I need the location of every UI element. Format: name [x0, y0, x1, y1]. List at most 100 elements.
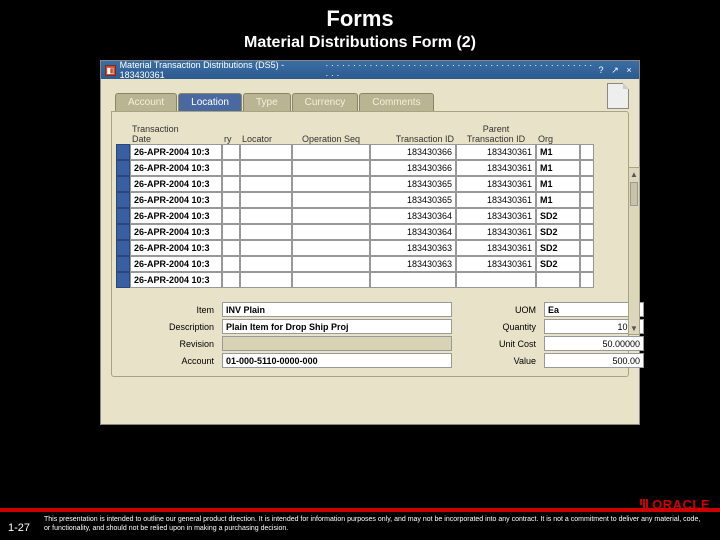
row-extra[interactable] [580, 256, 594, 272]
row-extra[interactable] [580, 240, 594, 256]
tab-type[interactable]: Type [243, 93, 291, 111]
tab-currency[interactable]: Currency [292, 93, 359, 111]
field-rev[interactable] [222, 336, 452, 351]
scroll-down-icon[interactable]: ▼ [629, 322, 639, 334]
cell-ry[interactable] [222, 272, 240, 288]
document-icon[interactable] [607, 83, 629, 109]
row-extra[interactable] [580, 208, 594, 224]
row-extra[interactable] [580, 160, 594, 176]
cell-date[interactable] [130, 224, 222, 240]
cell-ptxid[interactable] [456, 256, 536, 272]
cell-loc[interactable] [240, 224, 292, 240]
cell-date[interactable] [130, 240, 222, 256]
cell-ptxid[interactable] [456, 224, 536, 240]
cell-opseq[interactable] [292, 176, 370, 192]
cell-ptxid[interactable] [456, 144, 536, 160]
cell-ptxid[interactable] [456, 208, 536, 224]
minimize-icon[interactable]: ↗ [609, 64, 621, 76]
cell-org[interactable] [536, 224, 580, 240]
row-extra[interactable] [580, 176, 594, 192]
field-ucost[interactable] [544, 336, 644, 351]
cell-loc[interactable] [240, 208, 292, 224]
cell-txid[interactable] [370, 256, 456, 272]
cell-opseq[interactable] [292, 272, 370, 288]
cell-txid[interactable] [370, 224, 456, 240]
cell-opseq[interactable] [292, 144, 370, 160]
cell-opseq[interactable] [292, 240, 370, 256]
cell-txid[interactable] [370, 240, 456, 256]
cell-loc[interactable] [240, 176, 292, 192]
cell-date[interactable] [130, 256, 222, 272]
scroll-thumb[interactable] [630, 182, 638, 206]
cell-date[interactable] [130, 208, 222, 224]
cell-opseq[interactable] [292, 192, 370, 208]
cell-opseq[interactable] [292, 224, 370, 240]
cell-org[interactable] [536, 272, 580, 288]
cell-ry[interactable] [222, 208, 240, 224]
field-acct[interactable] [222, 353, 452, 368]
cell-txid[interactable] [370, 144, 456, 160]
row-extra[interactable] [580, 224, 594, 240]
row-extra[interactable] [580, 192, 594, 208]
row-marker[interactable] [116, 160, 130, 176]
cell-org[interactable] [536, 192, 580, 208]
cell-org[interactable] [536, 176, 580, 192]
cell-loc[interactable] [240, 240, 292, 256]
cell-txid[interactable] [370, 208, 456, 224]
row-marker[interactable] [116, 192, 130, 208]
row-marker[interactable] [116, 208, 130, 224]
cell-opseq[interactable] [292, 160, 370, 176]
cell-ry[interactable] [222, 160, 240, 176]
cell-date[interactable] [130, 160, 222, 176]
cell-org[interactable] [536, 240, 580, 256]
tab-account[interactable]: Account [115, 93, 177, 111]
cell-ptxid[interactable] [456, 160, 536, 176]
cell-ry[interactable] [222, 176, 240, 192]
cell-ptxid[interactable] [456, 192, 536, 208]
row-marker[interactable] [116, 240, 130, 256]
cell-opseq[interactable] [292, 208, 370, 224]
cell-loc[interactable] [240, 272, 292, 288]
cell-date[interactable] [130, 176, 222, 192]
cell-loc[interactable] [240, 256, 292, 272]
cell-ry[interactable] [222, 144, 240, 160]
cell-org[interactable] [536, 208, 580, 224]
row-extra[interactable] [580, 272, 594, 288]
cell-txid[interactable] [370, 176, 456, 192]
field-desc[interactable] [222, 319, 452, 334]
tab-comments[interactable]: Comments [359, 93, 433, 111]
row-marker[interactable] [116, 224, 130, 240]
cell-org[interactable] [536, 144, 580, 160]
close-icon[interactable]: × [623, 64, 635, 76]
row-marker[interactable] [116, 144, 130, 160]
cell-org[interactable] [536, 160, 580, 176]
cell-ptxid[interactable] [456, 240, 536, 256]
cell-org[interactable] [536, 256, 580, 272]
field-item[interactable] [222, 302, 452, 317]
cell-date[interactable] [130, 272, 222, 288]
field-value[interactable] [544, 353, 644, 368]
cell-ptxid[interactable] [456, 176, 536, 192]
help-icon[interactable]: ? [595, 64, 607, 76]
cell-ry[interactable] [222, 256, 240, 272]
cell-loc[interactable] [240, 192, 292, 208]
cell-date[interactable] [130, 192, 222, 208]
cell-loc[interactable] [240, 144, 292, 160]
cell-ry[interactable] [222, 240, 240, 256]
cell-txid[interactable] [370, 192, 456, 208]
cell-ry[interactable] [222, 224, 240, 240]
cell-loc[interactable] [240, 160, 292, 176]
row-extra[interactable] [580, 144, 594, 160]
cell-date[interactable] [130, 144, 222, 160]
row-marker[interactable] [116, 176, 130, 192]
row-marker[interactable] [116, 256, 130, 272]
cell-ry[interactable] [222, 192, 240, 208]
cell-txid[interactable] [370, 160, 456, 176]
cell-txid[interactable] [370, 272, 456, 288]
row-marker[interactable] [116, 272, 130, 288]
vertical-scrollbar[interactable]: ▲ ▼ [628, 167, 640, 335]
tab-location[interactable]: Location [178, 93, 242, 111]
cell-opseq[interactable] [292, 256, 370, 272]
cell-ptxid[interactable] [456, 272, 536, 288]
scroll-up-icon[interactable]: ▲ [629, 168, 639, 180]
